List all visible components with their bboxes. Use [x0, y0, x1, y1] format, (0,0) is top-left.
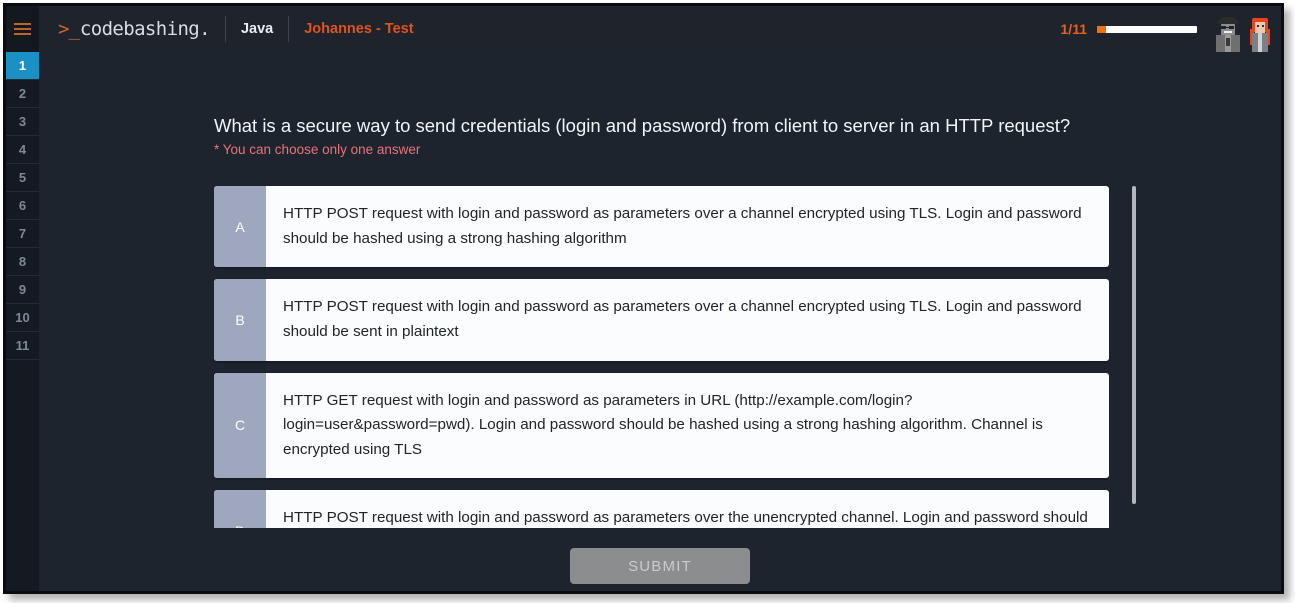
language-label: Java: [240, 21, 274, 37]
app-window: >_ codebashing. Java Johannes - Test 1/1…: [3, 3, 1284, 594]
brand-name: codebashing.: [79, 17, 211, 40]
app-header: >_ codebashing. Java Johannes - Test 1/1…: [6, 6, 1281, 52]
answer-option-b[interactable]: B HTTP POST request with login and passwo…: [214, 279, 1109, 361]
question-nav-item-4[interactable]: 4: [6, 136, 39, 164]
hacker-avatar: [1216, 17, 1240, 52]
answer-option-text: HTTP GET request with login and password…: [283, 391, 1043, 458]
answer-option-a[interactable]: A HTTP POST request with login and passwo…: [214, 186, 1109, 268]
progress-bar-fill: [1097, 25, 1106, 33]
question-nav-label: 10: [15, 310, 30, 325]
question-hint: * You can choose only one answer: [214, 142, 421, 157]
question-nav-item-2[interactable]: 2: [6, 80, 39, 108]
answers-scrollbar[interactable]: [1131, 186, 1137, 528]
question-text: What is a secure way to send credentials…: [214, 115, 1071, 136]
answer-letter-badge: B: [214, 279, 266, 361]
answer-option-text: HTTP POST request with login and passwor…: [283, 298, 1082, 340]
question-nav-label: 2: [18, 86, 27, 101]
question-nav-item-5[interactable]: 5: [6, 164, 39, 192]
question-nav-item-10[interactable]: 10: [6, 304, 39, 332]
question-nav-label: 11: [15, 338, 30, 353]
header-divider: [288, 16, 290, 42]
quiz-content-panel: What is a secure way to send credentials…: [39, 56, 1281, 591]
answer-letter-badge: C: [214, 372, 266, 479]
answer-letter-badge: A: [214, 186, 266, 268]
question-nav-item-11[interactable]: 11: [6, 332, 39, 360]
question-nav-label: 3: [18, 114, 27, 129]
submit-button[interactable]: SUBMIT: [570, 548, 750, 584]
developer-avatar: [1250, 18, 1270, 52]
answer-letter-badge: D: [214, 490, 266, 528]
question-nav-item-3[interactable]: 3: [6, 108, 39, 136]
question-nav-label: 9: [18, 282, 27, 297]
submit-row: SUBMIT: [39, 548, 1281, 584]
progress-counter: 1/11: [1060, 21, 1087, 37]
answer-option-d[interactable]: D HTTP POST request with login and passwo…: [214, 490, 1109, 528]
progress-bar: [1097, 25, 1197, 33]
hamburger-bar: [14, 33, 31, 35]
question-nav-item-7[interactable]: 7: [6, 220, 39, 248]
brand-logo[interactable]: >_ codebashing.: [58, 17, 211, 40]
hamburger-bar: [14, 28, 31, 30]
question-nav-label: 5: [18, 170, 27, 185]
question-nav-label: 4: [18, 142, 27, 157]
answer-option-text: HTTP POST request with login and passwor…: [283, 205, 1082, 247]
avatar-group: [1213, 6, 1273, 52]
terminal-prompt-icon: >_: [58, 17, 80, 40]
answer-option-text: HTTP POST request with login and passwor…: [283, 509, 1088, 527]
question-nav-item-6[interactable]: 6: [6, 192, 39, 220]
answer-options-list: A HTTP POST request with login and passwo…: [214, 186, 1109, 528]
question-nav-label: 8: [18, 254, 27, 269]
hamburger-menu-icon[interactable]: [6, 6, 39, 52]
scrollbar-thumb[interactable]: [1132, 186, 1136, 504]
answer-option-c[interactable]: C HTTP GET request with login and passwor…: [214, 372, 1109, 479]
question-nav-item-9[interactable]: 9: [6, 276, 39, 304]
screenshot-root: >_ codebashing. Java Johannes - Test 1/1…: [0, 0, 1295, 603]
question-nav-item-8[interactable]: 8: [6, 248, 39, 276]
hamburger-bar: [14, 23, 31, 25]
question-nav-item-1[interactable]: 1: [6, 52, 39, 80]
course-title: Johannes - Test: [304, 21, 414, 37]
header-divider: [224, 16, 226, 42]
question-nav-label: 6: [18, 198, 27, 213]
header-right-group: 1/11: [1061, 6, 1281, 52]
question-nav-label: 1: [18, 58, 27, 73]
question-nav-label: 7: [18, 226, 27, 241]
question-nav-rail: 1 2 3 4 5 6 7 8 9 10 11: [6, 52, 39, 591]
